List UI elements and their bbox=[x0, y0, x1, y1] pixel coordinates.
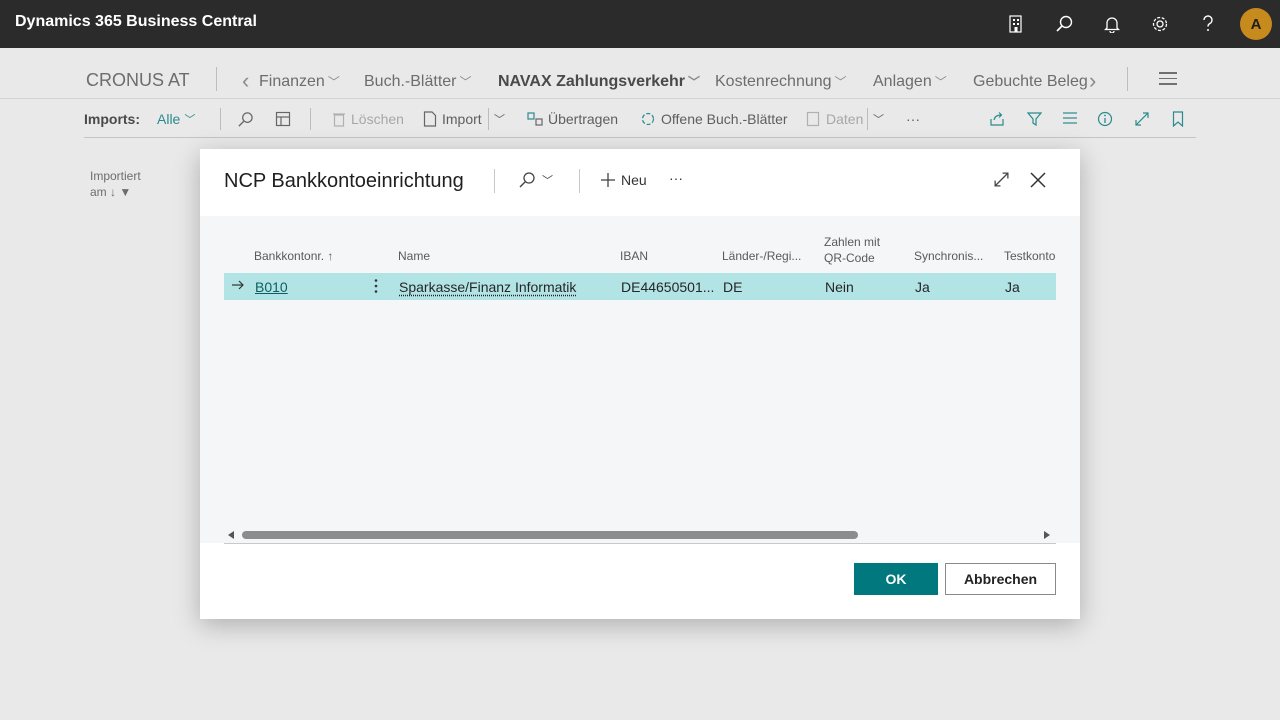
plus-icon bbox=[601, 173, 615, 187]
close-icon[interactable] bbox=[1029, 171, 1047, 189]
avatar[interactable]: A bbox=[1240, 8, 1272, 40]
list-bottom-divider bbox=[224, 543, 1056, 544]
dialog-divider bbox=[494, 169, 495, 193]
scrollbar-thumb[interactable] bbox=[242, 531, 858, 539]
cell-name[interactable]: Sparkasse/Finanz Informatik bbox=[399, 279, 576, 295]
column-header-iban[interactable]: IBAN bbox=[620, 248, 648, 264]
dialog-divider bbox=[579, 169, 580, 193]
cancel-button[interactable]: Abbrechen bbox=[945, 563, 1056, 595]
search-icon[interactable] bbox=[1052, 12, 1076, 36]
column-header-qr[interactable]: Zahlen mit QR-Code bbox=[824, 234, 880, 266]
search-icon bbox=[519, 172, 535, 188]
bank-account-list: Bankkontonr. ↑ Name IBAN Länder-/Regi...… bbox=[200, 216, 1080, 543]
maximize-icon[interactable] bbox=[993, 171, 1010, 188]
column-header-line: Zahlen mit bbox=[824, 235, 881, 249]
app-bar: Dynamics 365 Business Central A bbox=[0, 0, 1280, 48]
dialog-title: NCP Bankkontoeinrichtung bbox=[224, 170, 464, 192]
cell-country[interactable]: DE bbox=[723, 279, 742, 295]
column-header-line: QR-Code bbox=[824, 251, 875, 265]
help-icon[interactable] bbox=[1196, 12, 1220, 36]
column-header-sync[interactable]: Synchronis... bbox=[914, 248, 983, 264]
sort-up-icon: ↑ bbox=[327, 249, 334, 263]
app-title[interactable]: Dynamics 365 Business Central bbox=[15, 13, 257, 31]
column-header-country[interactable]: Länder-/Regi... bbox=[722, 248, 801, 264]
ok-button[interactable]: OK bbox=[854, 563, 938, 595]
gear-icon[interactable] bbox=[1148, 12, 1172, 36]
company-icon[interactable] bbox=[1004, 12, 1028, 36]
row-actions-icon[interactable] bbox=[373, 278, 379, 297]
column-header-name[interactable]: Name bbox=[398, 248, 430, 264]
horizontal-scrollbar[interactable] bbox=[224, 528, 1056, 542]
cell-qr[interactable]: Nein bbox=[825, 279, 854, 295]
row-indicator-arrow-icon bbox=[231, 278, 245, 294]
scroll-right-icon[interactable] bbox=[1044, 531, 1050, 539]
cell-sync[interactable]: Ja bbox=[915, 279, 930, 295]
cell-test[interactable]: Ja bbox=[1005, 279, 1020, 295]
column-header-bank-no[interactable]: Bankkontonr. ↑ bbox=[254, 248, 333, 264]
cell-bank-no[interactable]: B010 bbox=[255, 279, 288, 295]
bell-icon[interactable] bbox=[1100, 12, 1124, 36]
chevron-down-icon: ﹀ bbox=[542, 175, 553, 187]
scroll-left-icon[interactable] bbox=[228, 531, 234, 539]
dialog-search-button[interactable]: ﹀ bbox=[518, 171, 553, 189]
cell-iban[interactable]: DE44650501... bbox=[621, 279, 714, 295]
column-header-test[interactable]: Testkonto bbox=[1004, 248, 1055, 264]
bank-account-setup-dialog: NCP Bankkontoeinrichtung ﹀ Neu ··· Bankk… bbox=[200, 149, 1080, 619]
new-button[interactable]: Neu bbox=[600, 172, 647, 188]
dialog-more-button[interactable]: ··· bbox=[669, 170, 683, 186]
